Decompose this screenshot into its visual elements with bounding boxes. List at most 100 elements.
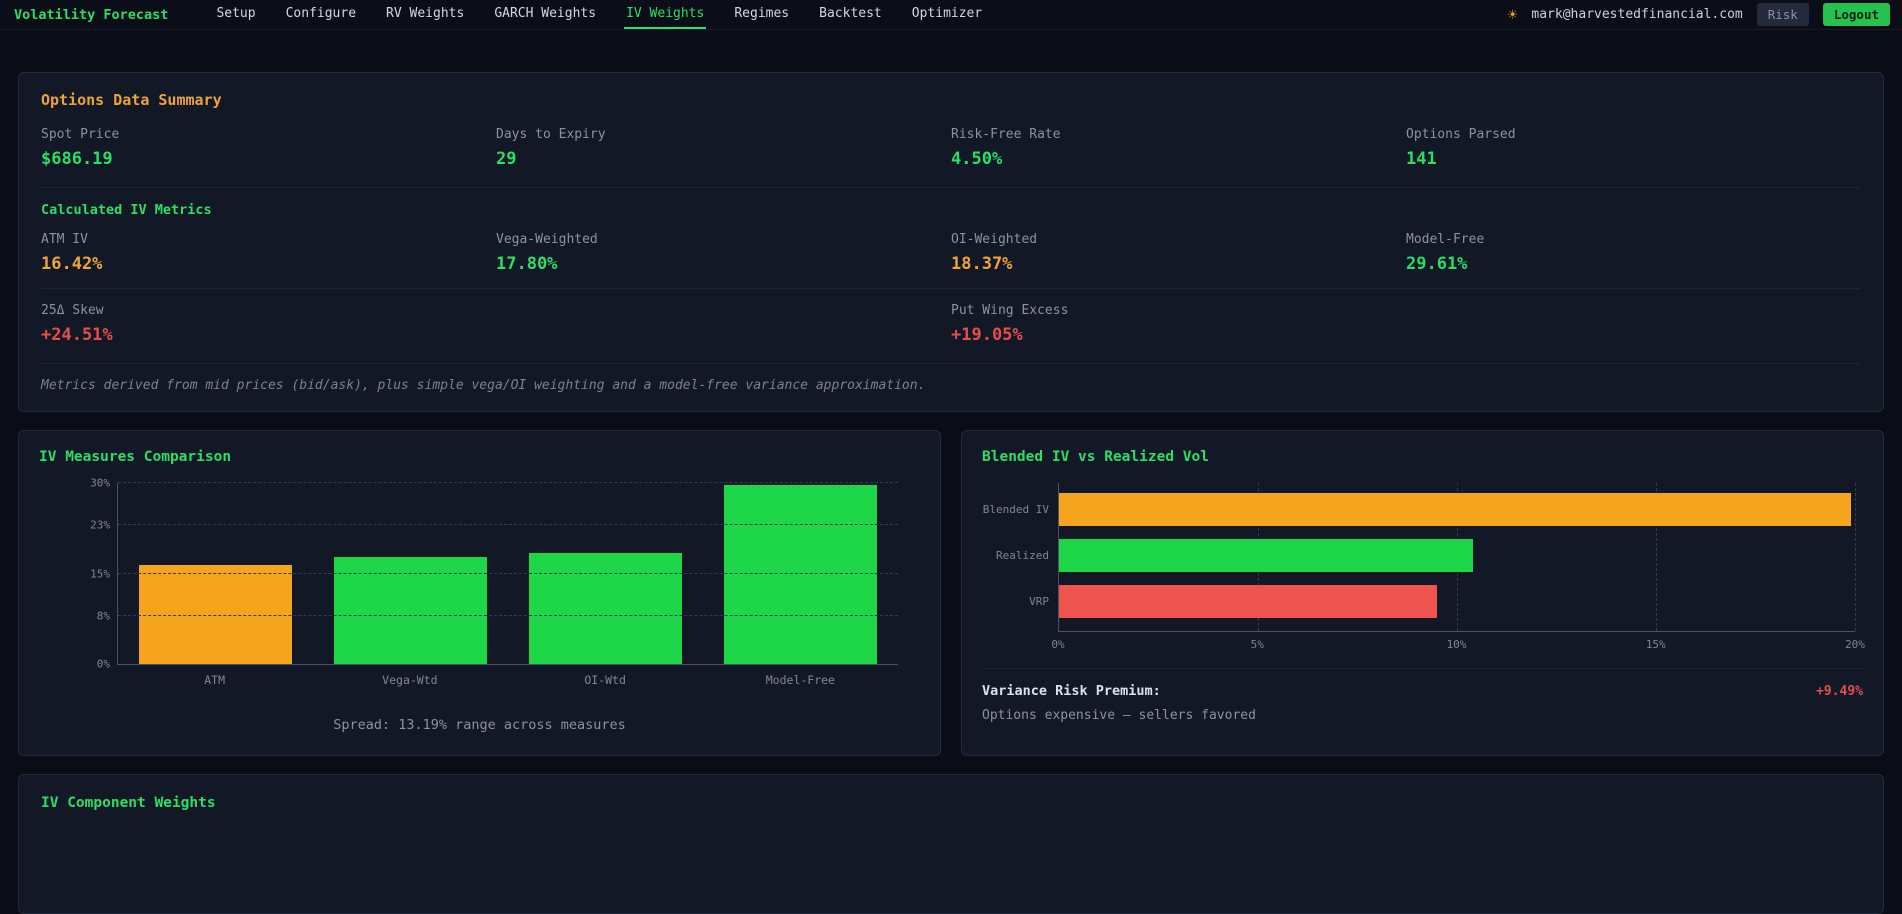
nav-item-configure[interactable]: Configure [284,0,358,29]
summary-stats-row: Spot Price $686.19 Days to Expiry 29 Ris… [41,127,1861,169]
blended-vs-realized-title: Blended IV vs Realized Vol [982,449,1209,465]
vrp-row: Variance Risk Premium: +9.49% [982,683,1863,699]
bar-model-free [724,485,877,664]
navbar-right: ☀ mark@harvestedfinancial.com Risk Logou… [1508,3,1890,26]
bar-cell [118,483,313,664]
metric-value: 17.80% [496,254,558,274]
iv-component-weights-title: IV Component Weights [41,795,216,811]
metric-label: Vega-Weighted [496,232,598,247]
stat-value: $686.19 [41,149,113,169]
stat-label: Options Parsed [1406,127,1516,142]
metric-label: ATM IV [41,232,88,247]
stat-label: Days to Expiry [496,127,606,142]
metric-value: 29.61% [1406,254,1468,274]
metric-vega-weighted: Vega-Weighted 17.80% [496,232,951,274]
vrp-value: +9.49% [1816,684,1863,699]
app-title: Volatility Forecast [14,6,169,23]
iv-comparison-plot: 0% 8% 15% 23% 30% [90,477,898,671]
stat-days-to-expiry: Days to Expiry 29 [496,127,951,169]
y-tick-label: 0% [96,657,110,671]
user-email: mark@harvestedfinancial.com [1531,7,1743,22]
y-tick-label: 15% [90,567,110,580]
gridline [118,482,898,483]
x-tick-label: 15% [1645,638,1666,651]
iv-metrics-row: ATM IV 16.42% Vega-Weighted 17.80% OI-We… [41,232,1861,274]
blended-chart-plot [1058,483,1856,632]
bar-row [1059,585,1855,618]
logout-button[interactable]: Logout [1822,3,1890,26]
bar-row [1059,493,1855,526]
stat-spot-price: Spot Price $686.19 [41,127,496,169]
metric-label: 25Δ Skew [41,303,104,318]
gridline [118,524,898,526]
charts-row: IV Measures Comparison 0% 8% 15% 23% 30% ATM… [18,430,1884,756]
x-tick-label: 10% [1446,638,1467,651]
options-data-summary-card: Options Data Summary Spot Price $686.19 … [18,72,1884,412]
risk-button[interactable]: Risk [1756,3,1809,26]
metric-value: 16.42% [41,254,103,274]
nav-item-setup[interactable]: Setup [214,0,257,29]
x-tick-label: Model-Free [765,673,835,687]
x-tick-label: 20% [1845,638,1865,651]
stat-value: 29 [496,149,517,169]
gridline [118,614,898,616]
bar-blended-iv [1059,493,1852,526]
iv-comparison-title: IV Measures Comparison [39,449,232,465]
bar-vrp [1059,585,1437,618]
x-tick-label: 5% [1250,638,1264,651]
gridline [118,572,898,574]
main-nav: Setup Configure RV Weights GARCH Weights IV … [214,0,984,29]
metric-value: +24.51% [41,325,113,345]
vrp-footer: Variance Risk Premium: +9.49% Options ex… [982,668,1863,723]
y-tick-label: 23% [90,518,110,532]
metric-25d-skew: 25Δ Skew +24.51% [41,303,496,345]
spread-note: Spread: 13.19% range across measures [333,717,626,733]
bar-cell [313,483,508,664]
metric-label: Put Wing Excess [951,303,1069,318]
bar-realized [1059,539,1473,572]
y-tick-label: 8% [96,609,110,623]
bar-oi-wtd [529,553,682,664]
metric-oi-weighted: OI-Weighted 18.37% [951,232,1406,274]
x-tick-label: OI-Wtd [584,673,626,687]
bar-row [1059,539,1855,572]
metric-value: 18.37% [951,254,1013,274]
x-tick-label: Vega-Wtd [382,673,438,687]
blended-chart-plot-wrap: 0% 5% 10% 15% 20% [1051,483,1865,654]
metric-value: +19.05% [951,325,1023,345]
x-tick-label: ATM [204,673,226,687]
stat-value: 141 [1406,149,1437,169]
iv-comparison-chart: 0% 8% 15% 23% 30% ATM Vega-Wtd OI-Wtd Model-Fre… [39,477,920,687]
x-tick-label: 0% [1051,638,1065,651]
skew-metrics-row: 25Δ Skew +24.51% Put Wing Excess +19.05% [41,288,1861,345]
bar-cell [703,483,898,664]
blended-vs-realized-card: Blended IV vs Realized Vol Blended IV Rea… [961,430,1884,756]
nav-item-optimizer[interactable]: Optimizer [910,0,984,29]
iv-component-weights-card: IV Component Weights [18,774,1884,914]
theme-sun-icon[interactable]: ☀ [1508,6,1518,23]
nav-item-rv-weights[interactable]: RV Weights [384,0,466,29]
nav-item-regimes[interactable]: Regimes [732,0,791,29]
blended-chart-x-ticks: 0% 5% 10% 15% 20% [1051,638,1865,654]
y-tick-label: Blended IV [982,502,1049,516]
iv-comparison-x-labels: ATM Vega-Wtd OI-Wtd Model-Free [117,673,898,687]
calculated-iv-metrics-section: Calculated IV Metrics ATM IV 16.42% Vega… [41,187,1861,274]
vrp-note: Options expensive — sellers favored [982,708,1256,723]
bar-cell [508,483,703,664]
iv-measures-comparison-card: IV Measures Comparison 0% 8% 15% 23% 30% ATM… [18,430,941,756]
y-tick-label: Realized [996,548,1049,562]
iv-comparison-bars [118,483,898,664]
metric-model-free: Model-Free 29.61% [1406,232,1861,274]
metric-label: OI-Weighted [951,232,1038,247]
blended-vs-realized-chart: Blended IV Realized VRP 0% 5% 10% 15% 20% [982,483,1865,654]
navbar: Volatility Forecast Setup Configure RV Wei… [0,0,1902,30]
stat-label: Risk-Free Rate [951,127,1061,142]
nav-item-garch-weights[interactable]: GARCH Weights [492,0,598,29]
stat-options-parsed: Options Parsed 141 [1406,127,1861,169]
options-summary-title: Options Data Summary [41,91,222,109]
calculated-iv-metrics-title: Calculated IV Metrics [41,202,212,218]
gridline [1855,483,1856,631]
nav-item-backtest[interactable]: Backtest [817,0,884,29]
vrp-label: Variance Risk Premium: [982,683,1161,699]
nav-item-iv-weights[interactable]: IV Weights [624,0,707,29]
